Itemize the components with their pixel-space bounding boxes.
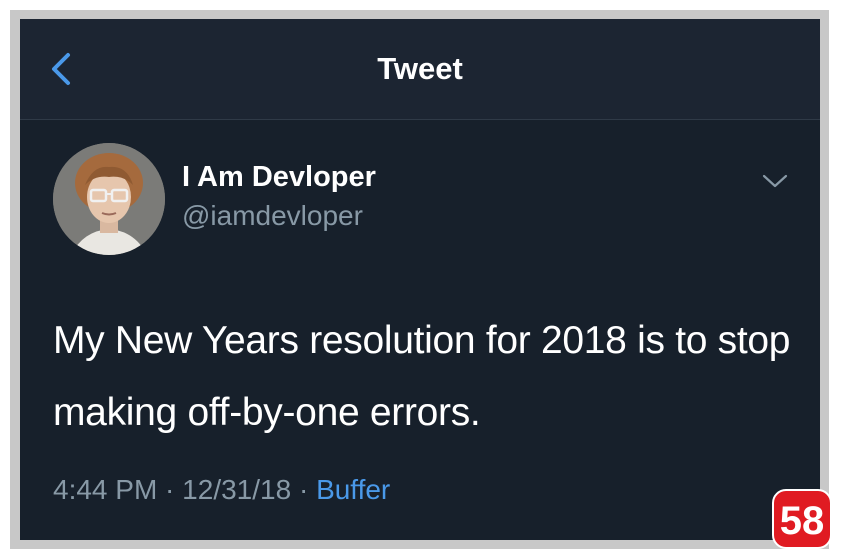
meta-separator: · <box>157 474 183 505</box>
meta-separator: · <box>291 474 317 505</box>
tweet-text: My New Years resolution for 2018 is to s… <box>53 319 791 434</box>
navigation-bar: Tweet <box>20 19 820 120</box>
tweet-date: 12/31/18 <box>182 474 292 505</box>
author-display-name[interactable]: I Am Devloper <box>182 161 376 194</box>
tweet-metadata: 4:44 PM · 12/31/18 · Buffer <box>53 474 390 506</box>
author-handle[interactable]: @iamdevloper <box>182 200 363 232</box>
tweet-time: 4:44 PM <box>53 474 158 505</box>
tweet-screen: Tweet I Am Devloper @iamdevloper My New … <box>20 19 820 540</box>
page-title: Tweet <box>377 51 463 86</box>
chevron-down-icon[interactable] <box>760 169 790 193</box>
avatar[interactable] <box>53 143 165 255</box>
avatar-photo <box>53 143 165 255</box>
tweet-source-link[interactable]: Buffer <box>316 474 390 505</box>
count-badge: 58 <box>772 489 832 549</box>
